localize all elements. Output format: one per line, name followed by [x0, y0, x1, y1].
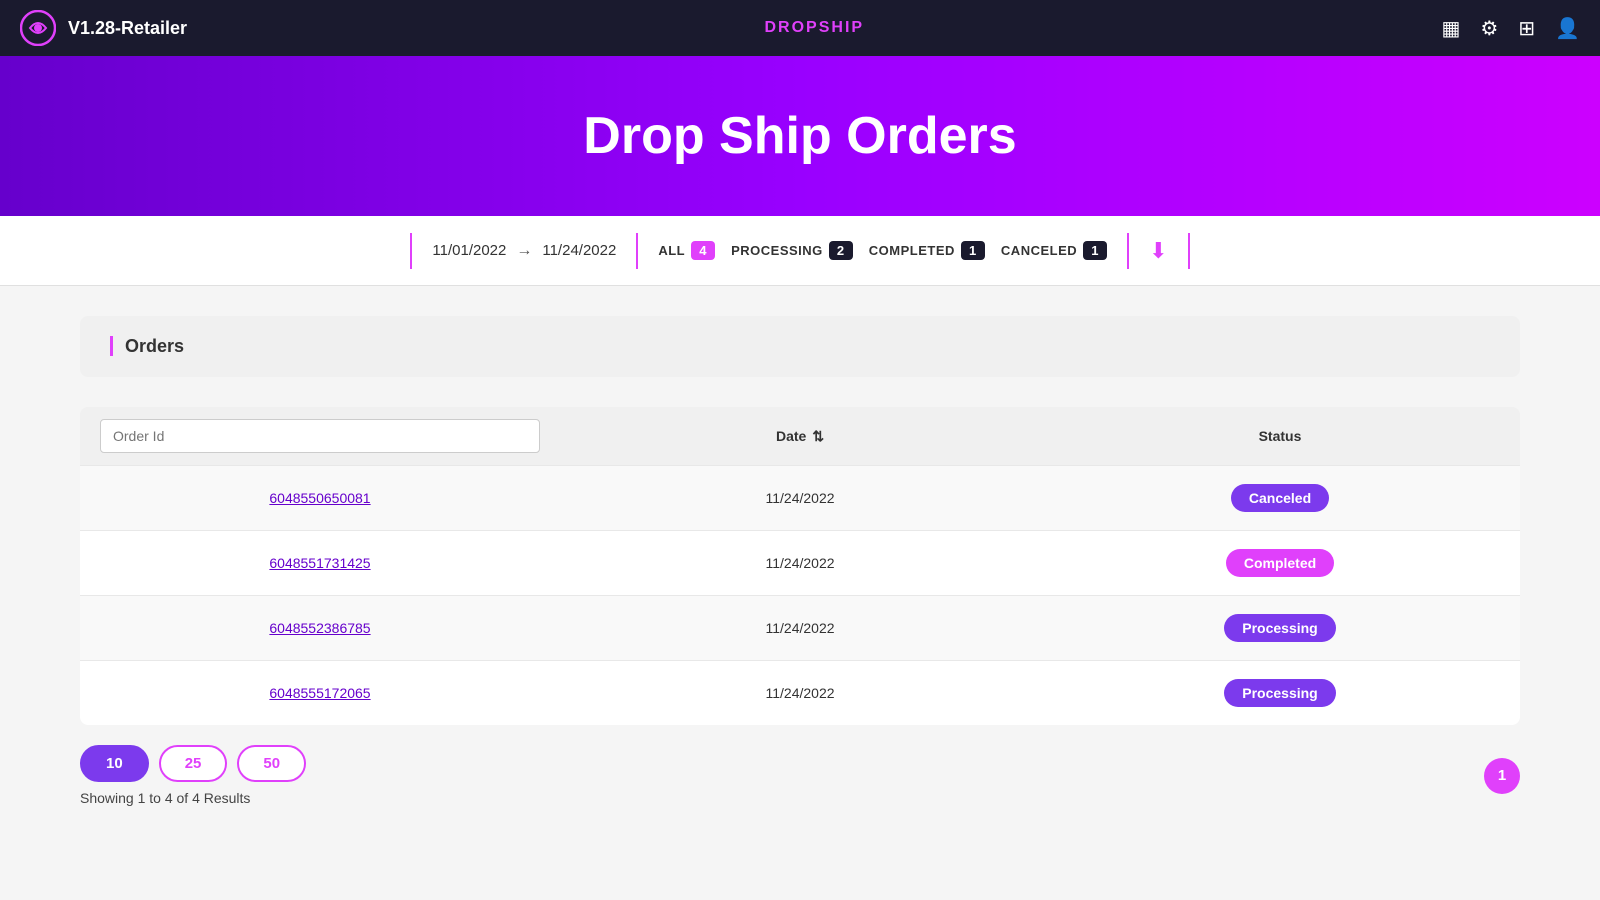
date-range: 11/01/2022 → 11/24/2022: [432, 242, 616, 260]
status-badge: Completed: [1226, 549, 1334, 577]
date-end: 11/24/2022: [542, 242, 616, 259]
th-date-label: Date: [776, 428, 806, 444]
table-row: 6048555172065 11/24/2022 Processing: [80, 660, 1520, 725]
td-order-id: 6048551731425: [80, 531, 560, 595]
page-size-buttons: 10 25 50: [80, 745, 306, 782]
filter-badge-all: 4: [691, 241, 715, 260]
td-date: 11/24/2022: [560, 661, 1040, 725]
page-1-button[interactable]: 1: [1484, 758, 1520, 794]
table-row: 6048552386785 11/24/2022 Processing: [80, 595, 1520, 660]
th-status-label: Status: [1259, 428, 1302, 444]
pagination-left: 10 25 50 Showing 1 to 4 of 4 Results: [80, 745, 306, 806]
filter-badge-completed: 1: [961, 241, 985, 260]
table-header: Date ⇅ Status: [80, 407, 1520, 465]
filter-tab-processing[interactable]: PROCESSING 2: [731, 241, 853, 260]
td-order-id: 6048552386785: [80, 596, 560, 660]
filter-tab-canceled[interactable]: CANCELED 1: [1001, 241, 1107, 260]
status-badge: Processing: [1224, 614, 1335, 642]
order-date: 11/24/2022: [765, 555, 834, 571]
grid-icon[interactable]: ⊞: [1518, 16, 1535, 41]
td-status: Canceled: [1040, 466, 1520, 530]
status-badge: Processing: [1224, 679, 1335, 707]
filter-divider-mid: [636, 233, 638, 269]
date-arrow: →: [516, 242, 532, 260]
main-content: Orders Date ⇅ Status 6048550650081 11/24…: [0, 286, 1600, 836]
hero-title: Drop Ship Orders: [583, 106, 1016, 166]
filter-tab-canceled-label: CANCELED: [1001, 243, 1077, 258]
filter-bar: 11/01/2022 → 11/24/2022 ALL 4 PROCESSING…: [0, 216, 1600, 286]
nav-center-label: DROPSHIP: [764, 19, 864, 37]
pagination-area: 10 25 50 Showing 1 to 4 of 4 Results 1: [80, 745, 1520, 806]
filter-tab-processing-label: PROCESSING: [731, 243, 823, 258]
order-link[interactable]: 6048551731425: [269, 555, 370, 571]
order-link[interactable]: 6048550650081: [269, 490, 370, 506]
th-order-id: [80, 407, 560, 465]
td-date: 11/24/2022: [560, 466, 1040, 530]
sort-icon[interactable]: ⇅: [812, 428, 824, 445]
td-date: 11/24/2022: [560, 596, 1040, 660]
page-size-25-button[interactable]: 25: [159, 745, 228, 782]
hero-banner: Drop Ship Orders: [0, 56, 1600, 216]
date-start: 11/01/2022: [432, 242, 506, 259]
top-navigation: V1.28-Retailer DROPSHIP ▦ ⚙ ⊞ 👤: [0, 0, 1600, 56]
td-date: 11/24/2022: [560, 531, 1040, 595]
page-size-10-button[interactable]: 10: [80, 745, 149, 782]
td-status: Processing: [1040, 596, 1520, 660]
order-date: 11/24/2022: [765, 490, 834, 506]
orders-card: Orders: [80, 316, 1520, 377]
filter-divider-end: [1188, 233, 1190, 269]
page-number-buttons: 1: [1484, 758, 1520, 794]
showing-text: Showing 1 to 4 of 4 Results: [80, 790, 306, 806]
app-title: V1.28-Retailer: [68, 18, 187, 39]
user-icon[interactable]: 👤: [1555, 16, 1580, 41]
filter-tab-completed-label: COMPLETED: [869, 243, 955, 258]
filter-divider-right: [1127, 233, 1129, 269]
td-order-id: 6048555172065: [80, 661, 560, 725]
td-status: Completed: [1040, 531, 1520, 595]
filter-tab-all[interactable]: ALL 4: [658, 241, 715, 260]
nav-right: ▦ ⚙ ⊞ 👤: [1441, 16, 1580, 41]
order-link[interactable]: 6048552386785: [269, 620, 370, 636]
filter-tab-completed[interactable]: COMPLETED 1: [869, 241, 985, 260]
table-row: 6048551731425 11/24/2022 Completed: [80, 530, 1520, 595]
logo-icon: [20, 10, 56, 46]
td-order-id: 6048550650081: [80, 466, 560, 530]
order-date: 11/24/2022: [765, 685, 834, 701]
filter-tabs: ALL 4 PROCESSING 2 COMPLETED 1 CANCELED …: [658, 241, 1107, 260]
filter-divider-left: [410, 233, 412, 269]
orders-table: Date ⇅ Status 6048550650081 11/24/2022 C…: [80, 407, 1520, 725]
filter-badge-processing: 2: [829, 241, 853, 260]
orders-card-title: Orders: [110, 336, 184, 356]
filter-tab-all-label: ALL: [658, 243, 685, 258]
td-status: Processing: [1040, 661, 1520, 725]
download-icon[interactable]: ⬇: [1149, 238, 1167, 264]
table-icon[interactable]: ▦: [1441, 16, 1460, 41]
th-date: Date ⇅: [560, 407, 1040, 465]
page-size-50-button[interactable]: 50: [237, 745, 306, 782]
status-badge: Canceled: [1231, 484, 1329, 512]
gear-icon[interactable]: ⚙: [1480, 16, 1498, 41]
table-row: 6048550650081 11/24/2022 Canceled: [80, 465, 1520, 530]
th-status: Status: [1040, 407, 1520, 465]
order-date: 11/24/2022: [765, 620, 834, 636]
filter-badge-canceled: 1: [1083, 241, 1107, 260]
nav-left: V1.28-Retailer: [20, 10, 187, 46]
order-id-search-input[interactable]: [100, 419, 540, 453]
order-link[interactable]: 6048555172065: [269, 685, 370, 701]
